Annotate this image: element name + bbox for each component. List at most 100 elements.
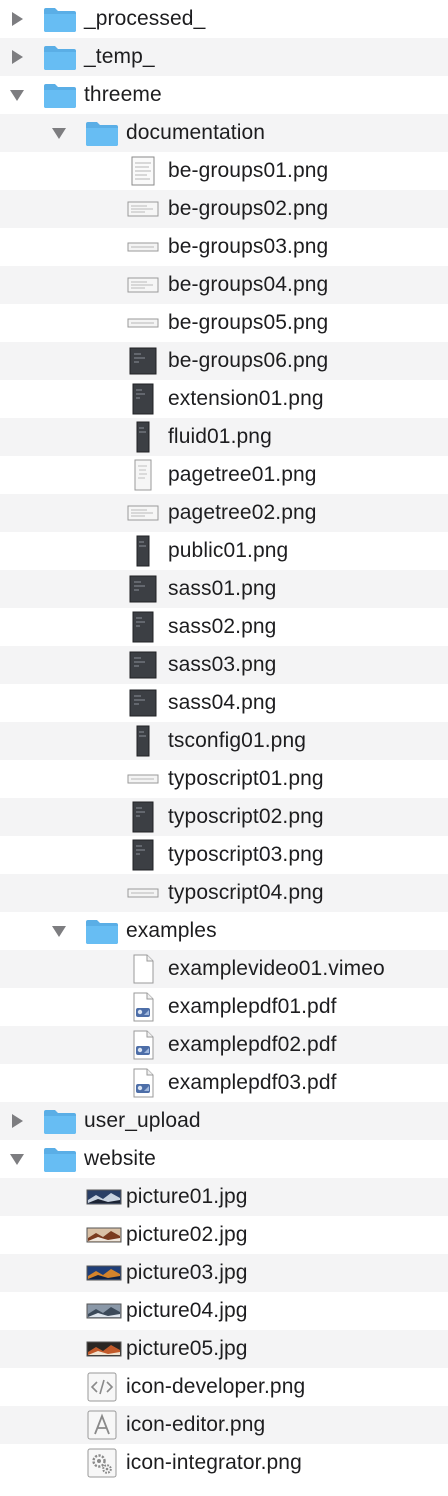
disclosure-triangle-collapsed-icon[interactable] bbox=[8, 1112, 26, 1130]
folder-icon bbox=[42, 1145, 78, 1173]
png-strip-icon bbox=[127, 763, 159, 795]
png-wide-light-icon bbox=[127, 193, 159, 225]
png-strip-icon bbox=[127, 307, 159, 339]
file-row[interactable]: be-groups04.png bbox=[0, 266, 448, 304]
png-strip-icon bbox=[127, 231, 159, 263]
file-row[interactable]: be-groups01.png bbox=[0, 152, 448, 190]
folder-icon bbox=[84, 119, 120, 147]
file-name: examplepdf03.pdf bbox=[168, 1071, 337, 1094]
file-name: icon-developer.png bbox=[126, 1375, 306, 1398]
finder-file-list: _processed_ _temp_threeme documentation be-… bbox=[0, 0, 448, 1482]
disclosure-triangle-expanded-icon[interactable] bbox=[50, 124, 68, 142]
file-name: be-groups03.png bbox=[168, 235, 329, 258]
png-dark-square-icon bbox=[127, 573, 159, 605]
file-row[interactable]: pagetree01.png bbox=[0, 456, 448, 494]
file-row[interactable]: public01.png bbox=[0, 532, 448, 570]
disclosure-triangle-collapsed-icon[interactable] bbox=[8, 10, 26, 28]
png-dark-square-icon bbox=[127, 649, 159, 681]
file-name: be-groups06.png bbox=[168, 349, 329, 372]
file-name: icon-integrator.png bbox=[126, 1451, 302, 1474]
file-row[interactable]: sass01.png bbox=[0, 570, 448, 608]
file-name: typoscript01.png bbox=[168, 767, 324, 790]
file-row[interactable]: be-groups05.png bbox=[0, 304, 448, 342]
file-name: be-groups01.png bbox=[168, 159, 329, 182]
file-row[interactable]: icon-developer.png bbox=[0, 1368, 448, 1406]
file-row[interactable]: pagetree02.png bbox=[0, 494, 448, 532]
disclosure-triangle-collapsed-icon[interactable] bbox=[8, 48, 26, 66]
file-row[interactable]: examplepdf02.pdf bbox=[0, 1026, 448, 1064]
disclosure-triangle-expanded-icon[interactable] bbox=[8, 1150, 26, 1168]
png-light-tall-icon bbox=[127, 459, 159, 491]
disclosure-triangle-expanded-icon[interactable] bbox=[50, 922, 68, 940]
folder-name: documentation bbox=[126, 121, 266, 144]
pdf-document-icon bbox=[127, 991, 159, 1023]
file-row[interactable]: fluid01.png bbox=[0, 418, 448, 456]
file-name: be-groups02.png bbox=[168, 197, 329, 220]
folder-icon bbox=[42, 1107, 78, 1135]
file-name: pagetree01.png bbox=[168, 463, 317, 486]
file-name: typoscript03.png bbox=[168, 843, 324, 866]
file-row[interactable]: icon-integrator.png bbox=[0, 1444, 448, 1482]
png-dark-square-icon bbox=[127, 345, 159, 377]
folder-row[interactable]: examples bbox=[0, 912, 448, 950]
folder-name: _temp_ bbox=[84, 45, 155, 68]
folder-name: _processed_ bbox=[84, 7, 206, 30]
file-row[interactable]: tsconfig01.png bbox=[0, 722, 448, 760]
file-row[interactable]: picture01.jpg bbox=[0, 1178, 448, 1216]
jpg-photo-icon bbox=[86, 1337, 122, 1361]
code-tag-icon bbox=[86, 1371, 118, 1403]
file-name: extension01.png bbox=[168, 387, 324, 410]
file-name: examplepdf02.pdf bbox=[168, 1033, 337, 1056]
folder-row[interactable]: website bbox=[0, 1140, 448, 1178]
png-dark-tall-icon bbox=[127, 611, 159, 643]
blank-document-icon bbox=[127, 953, 159, 985]
file-row[interactable]: be-groups02.png bbox=[0, 190, 448, 228]
file-row[interactable]: examplepdf01.pdf bbox=[0, 988, 448, 1026]
disclosure-triangle-expanded-icon[interactable] bbox=[8, 86, 26, 104]
folder-row[interactable]: documentation bbox=[0, 114, 448, 152]
folder-row[interactable]: _temp_ bbox=[0, 38, 448, 76]
png-dark-narrow-icon bbox=[127, 535, 159, 567]
folder-name: examples bbox=[126, 919, 217, 942]
file-name: examplepdf01.pdf bbox=[168, 995, 337, 1018]
file-row[interactable]: picture02.jpg bbox=[0, 1216, 448, 1254]
letter-a-icon bbox=[86, 1409, 118, 1441]
file-row[interactable]: sass04.png bbox=[0, 684, 448, 722]
file-row[interactable]: examplevideo01.vimeo bbox=[0, 950, 448, 988]
folder-name: threeme bbox=[84, 83, 162, 106]
file-name: sass02.png bbox=[168, 615, 277, 638]
file-row[interactable]: icon-editor.png bbox=[0, 1406, 448, 1444]
file-row[interactable]: typoscript01.png bbox=[0, 760, 448, 798]
folder-row[interactable]: threeme bbox=[0, 76, 448, 114]
file-name: picture03.jpg bbox=[126, 1261, 248, 1284]
file-row[interactable]: sass02.png bbox=[0, 608, 448, 646]
file-row[interactable]: extension01.png bbox=[0, 380, 448, 418]
file-row[interactable]: picture04.jpg bbox=[0, 1292, 448, 1330]
file-row[interactable]: typoscript03.png bbox=[0, 836, 448, 874]
file-name: public01.png bbox=[168, 539, 289, 562]
folder-row[interactable]: user_upload bbox=[0, 1102, 448, 1140]
jpg-photo-icon bbox=[86, 1223, 122, 1247]
file-row[interactable]: sass03.png bbox=[0, 646, 448, 684]
file-row[interactable]: picture05.jpg bbox=[0, 1330, 448, 1368]
file-name: icon-editor.png bbox=[126, 1413, 266, 1436]
file-row[interactable]: be-groups06.png bbox=[0, 342, 448, 380]
folder-icon bbox=[42, 81, 78, 109]
png-page-icon bbox=[127, 155, 159, 187]
file-row[interactable]: typoscript04.png bbox=[0, 874, 448, 912]
file-name: be-groups05.png bbox=[168, 311, 329, 334]
file-name: examplevideo01.vimeo bbox=[168, 957, 385, 980]
file-row[interactable]: typoscript02.png bbox=[0, 798, 448, 836]
file-name: picture02.jpg bbox=[126, 1223, 248, 1246]
file-name: picture04.jpg bbox=[126, 1299, 248, 1322]
file-row[interactable]: examplepdf03.pdf bbox=[0, 1064, 448, 1102]
file-row[interactable]: picture03.jpg bbox=[0, 1254, 448, 1292]
folder-row[interactable]: _processed_ bbox=[0, 0, 448, 38]
folder-icon bbox=[84, 917, 120, 945]
file-name: sass04.png bbox=[168, 691, 277, 714]
png-wide-light-icon bbox=[127, 269, 159, 301]
jpg-photo-icon bbox=[86, 1261, 122, 1285]
folder-name: website bbox=[84, 1147, 156, 1170]
file-row[interactable]: be-groups03.png bbox=[0, 228, 448, 266]
folder-name: user_upload bbox=[84, 1109, 201, 1132]
